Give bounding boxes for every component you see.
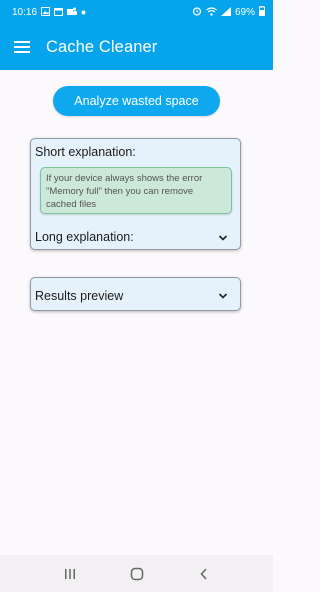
results-preview-heading[interactable]: Results preview — [35, 289, 123, 303]
status-right: 69% — [192, 6, 265, 18]
menu-button[interactable] — [0, 24, 44, 70]
explanation-card: Short explanation: If your device always… — [30, 138, 241, 250]
signal-icon — [220, 6, 231, 18]
gallery-notification-icon — [41, 6, 51, 18]
status-time: 10:16 — [12, 6, 38, 18]
short-explanation-text: If your device always shows the error "M… — [40, 167, 232, 214]
analyze-wasted-space-button[interactable]: Analyze wasted space — [53, 86, 220, 116]
teams-notification-icon — [67, 7, 78, 18]
app-bar: Cache Cleaner — [0, 24, 273, 70]
long-explanation-heading[interactable]: Long explanation: — [35, 230, 134, 244]
system-nav-bar — [0, 555, 273, 592]
back-icon — [199, 567, 207, 580]
results-preview-card[interactable]: Results preview — [30, 277, 241, 311]
app-title: Cache Cleaner — [46, 37, 158, 56]
alarm-icon — [192, 6, 202, 18]
home-icon — [130, 567, 143, 580]
hamburger-menu-icon — [14, 41, 30, 53]
home-button[interactable] — [126, 563, 148, 585]
wifi-icon — [206, 6, 217, 18]
back-button[interactable] — [193, 563, 215, 585]
battery-percent: 69% — [234, 6, 255, 18]
recents-button[interactable] — [59, 563, 81, 585]
chevron-down-icon[interactable] — [218, 291, 228, 301]
short-explanation-heading: Short explanation: — [35, 145, 136, 159]
calendar-notification-icon — [54, 7, 64, 18]
battery-icon — [259, 6, 265, 18]
status-left: 10:16 — [12, 6, 86, 18]
recents-icon — [64, 568, 75, 579]
status-bar: 10:16 69% — [0, 0, 273, 24]
chevron-down-icon[interactable] — [218, 233, 228, 243]
notification-dot-icon — [81, 7, 86, 17]
